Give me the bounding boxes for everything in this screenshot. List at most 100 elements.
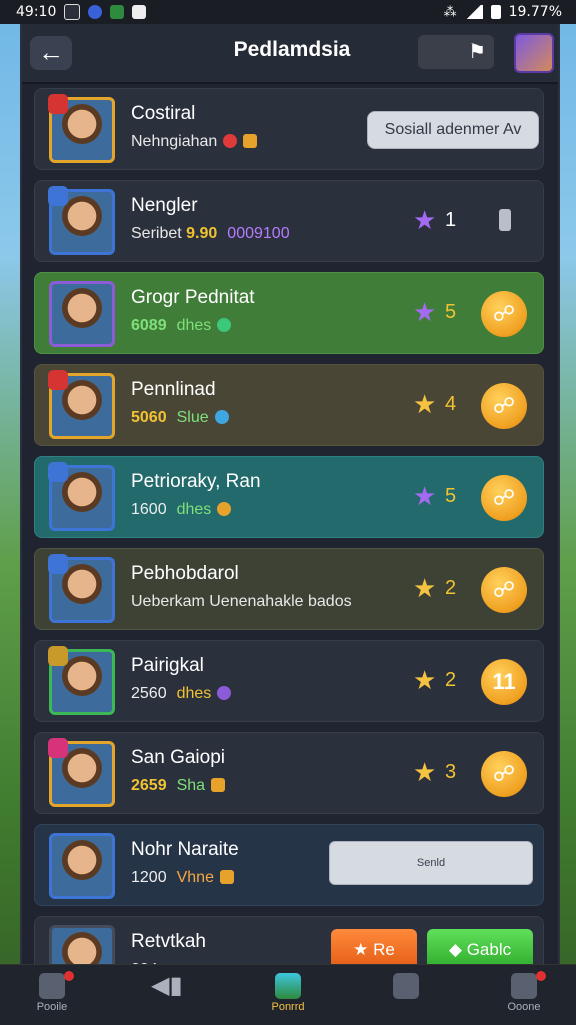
avatar <box>48 186 115 255</box>
list-item[interactable]: Petrioraky, Ran 1600 dhes ★ 5 ☍ <box>34 456 544 538</box>
claim-button[interactable]: ☍ <box>481 567 527 613</box>
nav-item-back[interactable]: ◀▮ <box>124 965 204 1025</box>
subtitle-text: Nehngiahan <box>131 133 218 150</box>
cube-icon <box>275 973 301 999</box>
player-name: Pennlinad <box>131 379 216 400</box>
claim-button[interactable]: ☍ <box>481 383 527 429</box>
player-name: Costiral <box>131 103 196 124</box>
coin-icon <box>214 410 229 424</box>
tag-text: dhes <box>176 685 212 702</box>
claim-button[interactable]: ☍ <box>481 291 527 337</box>
back-button[interactable]: ← <box>30 36 72 70</box>
nav-label: Pooile <box>36 1001 68 1013</box>
score-value: 2659 <box>131 777 167 794</box>
nav-item-store[interactable]: Ooone <box>484 965 564 1025</box>
rank-badge <box>48 186 68 206</box>
star-count: 1 <box>445 209 457 231</box>
nav-item-video[interactable] <box>366 965 446 1025</box>
notification-dot <box>64 971 74 981</box>
star-icon: ★ <box>413 665 437 695</box>
player-subtitle: Ueberkam Uenenahakle bados <box>131 593 352 610</box>
coin-icon <box>217 686 232 700</box>
rewind-icon: ◀▮ <box>151 972 183 999</box>
score-value: 9.90 <box>186 225 218 242</box>
app-icon <box>88 5 103 19</box>
score-value: 1200 <box>131 869 167 886</box>
list-item[interactable]: Grogr Pednitat 6089 dhes ★ 5 ☍ <box>34 272 544 354</box>
player-name: Nengler <box>131 195 198 216</box>
player-subtitle: 5060 Slue <box>131 409 229 427</box>
avatar <box>48 738 115 807</box>
star-icon: ★ <box>413 205 437 235</box>
tag-text: Sha <box>176 777 206 794</box>
star-icon: ★ <box>353 940 374 959</box>
notification-icon <box>64 4 81 20</box>
list-item[interactable]: Pennlinad 5060 Slue ★ 4 ☍ <box>34 364 544 446</box>
claim-button[interactable]: 11 <box>481 659 527 705</box>
tag-text: dhes <box>176 317 212 334</box>
player-subtitle: 2560 dhes <box>131 685 232 703</box>
player-name: Retvtkah <box>131 931 206 952</box>
star-count: 4 <box>445 393 457 415</box>
list-item[interactable]: Nohr Naraite 1200 Vhne Senld <box>34 824 544 906</box>
list-item[interactable]: Costiral Nehngiahan Sosiall adenmer Av <box>34 88 544 170</box>
score-value: 1600 <box>131 501 167 518</box>
rank-badge <box>48 738 68 758</box>
score-value: 6089 <box>131 317 167 334</box>
nav-label: Ooone <box>507 1001 541 1013</box>
accept-label: Gablc <box>466 940 512 959</box>
player-name: Pebhobdarol <box>131 563 239 584</box>
main-panel: ← Pedlamdsia ⚑ Costiral Nehngiahan Sosia… <box>20 24 560 976</box>
score-value: 2560 <box>131 685 167 702</box>
nav-item-home[interactable]: Ponrrd <box>248 965 328 1025</box>
star-icon: ★ <box>413 573 437 603</box>
player-subtitle: 2659 Sha <box>131 777 226 795</box>
star-icon: ★ <box>413 757 437 787</box>
box-icon <box>39 973 65 999</box>
tag-text: Slue <box>176 409 209 426</box>
notification-dot <box>536 971 546 981</box>
rank-badge <box>48 370 68 390</box>
gem-icon <box>219 870 234 884</box>
profile-avatar[interactable] <box>514 33 554 73</box>
coin-icon <box>217 502 232 516</box>
nav-item-profile[interactable]: Pooile <box>12 965 92 1025</box>
player-name: San Gaiopi <box>131 747 226 768</box>
star-icon: ★ <box>413 389 437 419</box>
rank-badge <box>48 94 68 114</box>
header-action-button[interactable]: ⚑ <box>418 35 494 69</box>
avatar <box>48 462 115 531</box>
avatar <box>48 94 115 163</box>
avatar <box>49 833 115 899</box>
star-count: 2 <box>445 669 457 691</box>
header: ← Pedlamdsia ⚑ <box>22 24 558 84</box>
favorite-label: Re <box>373 940 395 959</box>
social-button[interactable]: Sosiall adenmer Av <box>367 111 539 149</box>
bluetooth-icon: ⁂ <box>443 4 457 20</box>
tag-text: Vhne <box>176 869 214 886</box>
status-bar: 49:10 ⁂ 19.77% <box>0 0 576 24</box>
player-subtitle: 6089 dhes <box>131 317 232 335</box>
coin-icon <box>223 134 238 148</box>
battery-text: 19.77% <box>508 4 562 20</box>
star-count: 5 <box>445 301 457 323</box>
coin-icon <box>217 318 232 332</box>
star-count: 2 <box>445 577 457 599</box>
list-item[interactable]: Nengler Seribet 9.90 0009100 ★ 1 <box>34 180 544 262</box>
claim-button[interactable]: ☍ <box>481 751 527 797</box>
list-item[interactable]: Pebhobdarol Ueberkam Uenenahakle bados ★… <box>34 548 544 630</box>
list-item[interactable]: Pairigkal 2560 dhes ★ 2 11 <box>34 640 544 722</box>
signal-icon <box>464 5 483 19</box>
player-subtitle: Seribet 9.90 0009100 <box>131 225 290 243</box>
player-subtitle: 1600 dhes <box>131 501 232 519</box>
box-icon <box>511 973 537 999</box>
list-item[interactable]: San Gaiopi 2659 Sha ★ 3 ☍ <box>34 732 544 814</box>
rank-badge <box>48 462 68 482</box>
send-button[interactable]: Senld <box>329 841 533 885</box>
app-icon-2 <box>110 5 125 19</box>
claim-button[interactable]: ☍ <box>481 475 527 521</box>
bottle-icon[interactable] <box>499 209 511 231</box>
score-value: 5060 <box>131 409 167 426</box>
player-subtitle: Nehngiahan <box>131 133 258 151</box>
player-name: Grogr Pednitat <box>131 287 255 308</box>
